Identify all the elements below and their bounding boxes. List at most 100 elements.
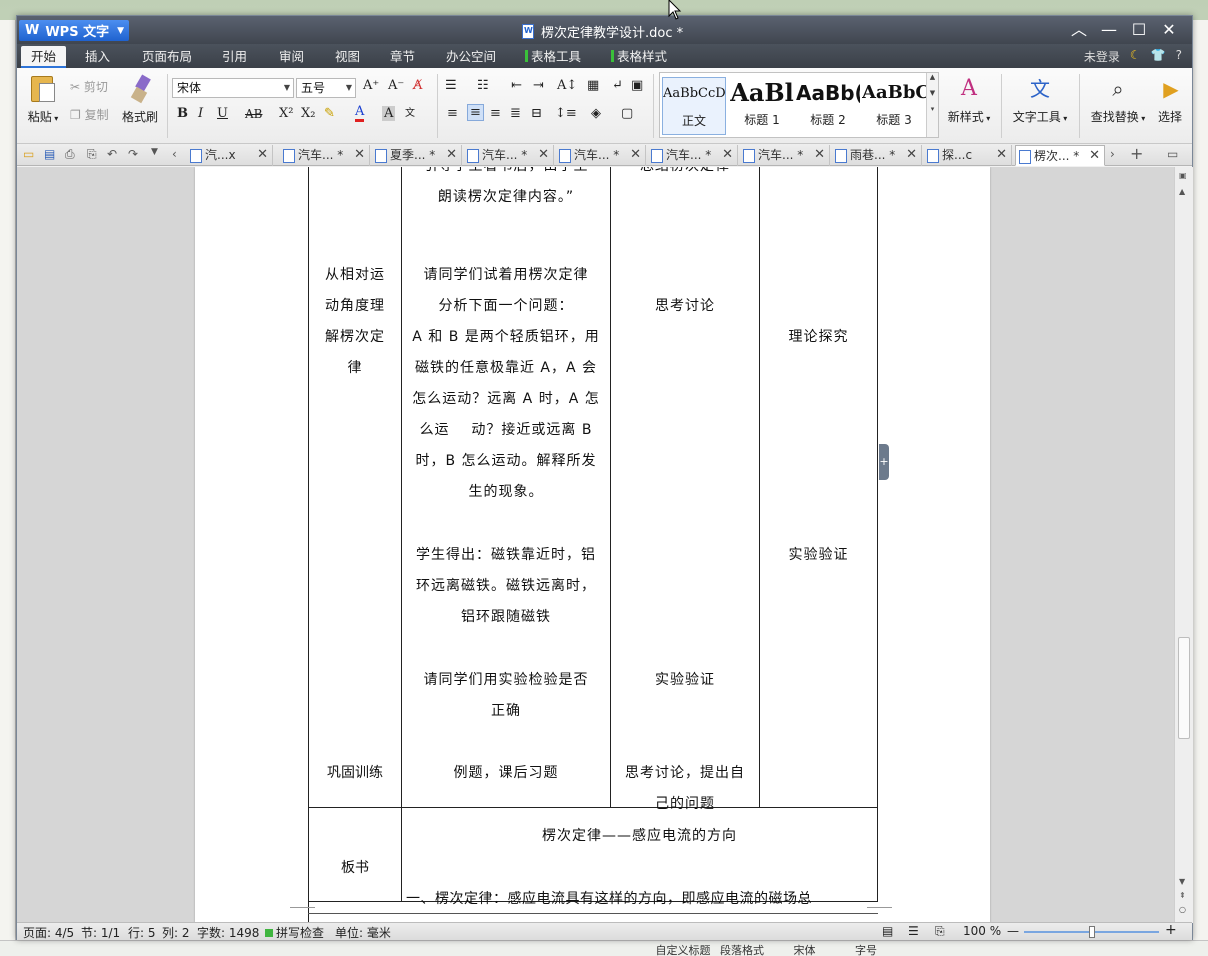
shrink-font-icon[interactable]: A⁻ (388, 78, 404, 93)
page-nav-icon[interactable]: ▣ (1179, 171, 1187, 180)
text-tools-button[interactable]: 文 文字工具 ▾ (1009, 74, 1071, 125)
doc-tab[interactable]: 汽...x ✕ (187, 145, 273, 166)
paste-button[interactable]: 粘贴 ▾ (23, 74, 63, 125)
numbered-list-icon[interactable]: ☷ (477, 78, 489, 93)
distribute-icon[interactable]: ⊟ (531, 106, 542, 121)
align-right-icon[interactable]: ≡ (490, 106, 501, 121)
new-style-button[interactable]: A 新样式 ▾ (943, 74, 995, 125)
copy-button[interactable]: ❐ 复制 (70, 106, 109, 123)
close-button[interactable]: ✕ (1154, 19, 1184, 41)
minimize-button[interactable]: — (1094, 19, 1124, 41)
print-icon[interactable]: ⎙ (65, 147, 75, 162)
font-name-select[interactable]: 宋体 ▼ (172, 78, 294, 98)
spell-check-toggle[interactable]: 拼写检查 (265, 924, 324, 941)
status-unit[interactable]: 单位: 毫米 (335, 924, 391, 941)
tab-table-tools[interactable]: 表格工具 (525, 46, 581, 68)
font-size-select[interactable]: 五号 ▼ (296, 78, 356, 98)
shirt-icon[interactable]: 👕 (1151, 48, 1166, 65)
bullet-list-icon[interactable]: ☰ (445, 78, 457, 93)
undo-icon[interactable]: ↶ (107, 147, 117, 161)
page-view-icon[interactable]: ▤ (882, 924, 893, 938)
close-icon[interactable]: ✕ (906, 145, 917, 165)
prev-page-icon[interactable]: ⇞ (1179, 891, 1186, 900)
justify-icon[interactable]: ≣ (510, 106, 521, 121)
doc-tab[interactable]: 汽车... * ✕ (648, 145, 738, 166)
underline-button[interactable]: U (217, 106, 228, 121)
document-page[interactable]: 引导学生看书后，由学生 朗读楞次定律内容。” 总结楞次定律 从相对运 动角度理 … (195, 167, 990, 923)
scroll-up-icon[interactable]: ▲ (1179, 187, 1185, 196)
strikethrough-button[interactable]: AB (245, 107, 262, 121)
tab-table-style[interactable]: 表格样式 (611, 46, 667, 68)
select-browse-icon[interactable]: ○ (1179, 905, 1186, 914)
zoom-level[interactable]: 100 % (963, 924, 1001, 938)
paragraph-mark-icon[interactable]: ↵ (612, 78, 623, 93)
doc-tab[interactable]: 夏季... * ✕ (372, 145, 462, 166)
table-grid-icon[interactable]: ▦ (587, 78, 599, 93)
help-button[interactable]: ? (1176, 48, 1182, 65)
decrease-indent-icon[interactable]: ⇤ (511, 78, 522, 93)
chevron-left-icon[interactable]: ‹ (172, 147, 177, 161)
italic-button[interactable]: I (198, 106, 203, 121)
close-icon[interactable]: ✕ (538, 145, 549, 165)
maximize-button[interactable]: ☐ (1124, 19, 1154, 41)
line-spacing-icon[interactable]: ↕≡ (555, 106, 577, 121)
open-icon[interactable]: ▭ (23, 147, 34, 161)
close-icon[interactable]: ✕ (257, 145, 268, 165)
grow-font-icon[interactable]: A⁺ (363, 78, 379, 93)
login-link[interactable]: 未登录 (1084, 48, 1120, 65)
close-icon[interactable]: ✕ (814, 145, 825, 165)
tab-review[interactable]: 审阅 (279, 46, 304, 68)
tab-view[interactable]: 视图 (335, 46, 360, 68)
close-icon[interactable]: ✕ (722, 145, 733, 165)
status-page[interactable]: 页面: 4/5 (23, 924, 74, 941)
close-icon[interactable]: ✕ (446, 145, 457, 165)
bold-button[interactable]: B (177, 106, 188, 121)
zoom-out-button[interactable]: — (1007, 924, 1019, 938)
tab-chapter[interactable]: 章节 (390, 46, 415, 68)
select-button[interactable]: ▶ 选择 (1155, 74, 1185, 125)
app-menu-button[interactable]: W WPS 文字 ▼ (19, 20, 129, 41)
doc-tab-active[interactable]: 楞次... * ✕ (1015, 145, 1105, 166)
scroll-thumb[interactable] (1178, 637, 1190, 739)
close-icon[interactable]: ✕ (1089, 146, 1100, 166)
font-color-icon[interactable]: A (355, 104, 365, 122)
doc-tab[interactable]: 汽车... * ✕ (740, 145, 830, 166)
tab-references[interactable]: 引用 (222, 46, 247, 68)
doc-tab[interactable]: 探...c ✕ (924, 145, 1012, 166)
tab-insert[interactable]: 插入 (85, 46, 110, 68)
format-painter-button[interactable]: 格式刷 (119, 74, 161, 125)
shading-icon[interactable]: ◈ (591, 106, 601, 121)
chevron-right-icon[interactable]: › (1110, 147, 1115, 161)
close-icon[interactable]: ✕ (996, 145, 1007, 165)
vertical-scrollbar[interactable]: ▣ ▲ ▼ ⇞ ○ (1174, 167, 1193, 923)
side-panel-toggle[interactable]: + (879, 444, 889, 480)
zoom-slider-knob[interactable] (1089, 926, 1095, 938)
tab-menu-icon[interactable]: ▭ (1167, 147, 1178, 161)
new-tab-icon[interactable]: + (1130, 144, 1143, 163)
cut-button[interactable]: ✂ 剪切 (70, 78, 108, 95)
tab-page-layout[interactable]: 页面布局 (142, 46, 192, 68)
status-word-count[interactable]: 字数: 1498 (197, 924, 259, 941)
align-left-icon[interactable]: ≡ (447, 106, 458, 121)
find-replace-button[interactable]: ⌕ 查找替换 ▾ (1087, 74, 1149, 125)
style-heading-2[interactable]: AaBb( 标题 2 (796, 77, 860, 128)
outline-view-icon[interactable]: ☰ (908, 924, 919, 938)
phonetic-icon[interactable]: 文 (405, 104, 415, 119)
text-direction-icon[interactable]: A↕ (557, 78, 577, 93)
superscript-button[interactable]: X² (279, 106, 293, 121)
web-view-icon[interactable]: ⎘ (935, 924, 945, 939)
close-icon[interactable]: ✕ (630, 145, 641, 165)
tab-home[interactable]: 开始 (21, 46, 67, 68)
char-shading-icon[interactable]: A (382, 106, 396, 121)
align-center-icon[interactable]: ≡ (467, 104, 484, 121)
close-icon[interactable]: ✕ (354, 145, 365, 165)
style-heading-1[interactable]: AaBl 标题 1 (730, 77, 794, 128)
border-icon[interactable]: ▢ (621, 106, 633, 121)
increase-indent-icon[interactable]: ⇥ (533, 78, 544, 93)
clear-format-icon[interactable]: A̸ (413, 78, 422, 93)
tab-office-space[interactable]: 办公空间 (446, 46, 496, 68)
scroll-down-icon[interactable]: ▼ (1179, 877, 1185, 886)
highlight-icon[interactable]: ✎ (324, 106, 335, 121)
print-preview-icon[interactable]: ⎘ (87, 147, 97, 162)
show-hide-icon[interactable]: ▣ (631, 78, 643, 93)
